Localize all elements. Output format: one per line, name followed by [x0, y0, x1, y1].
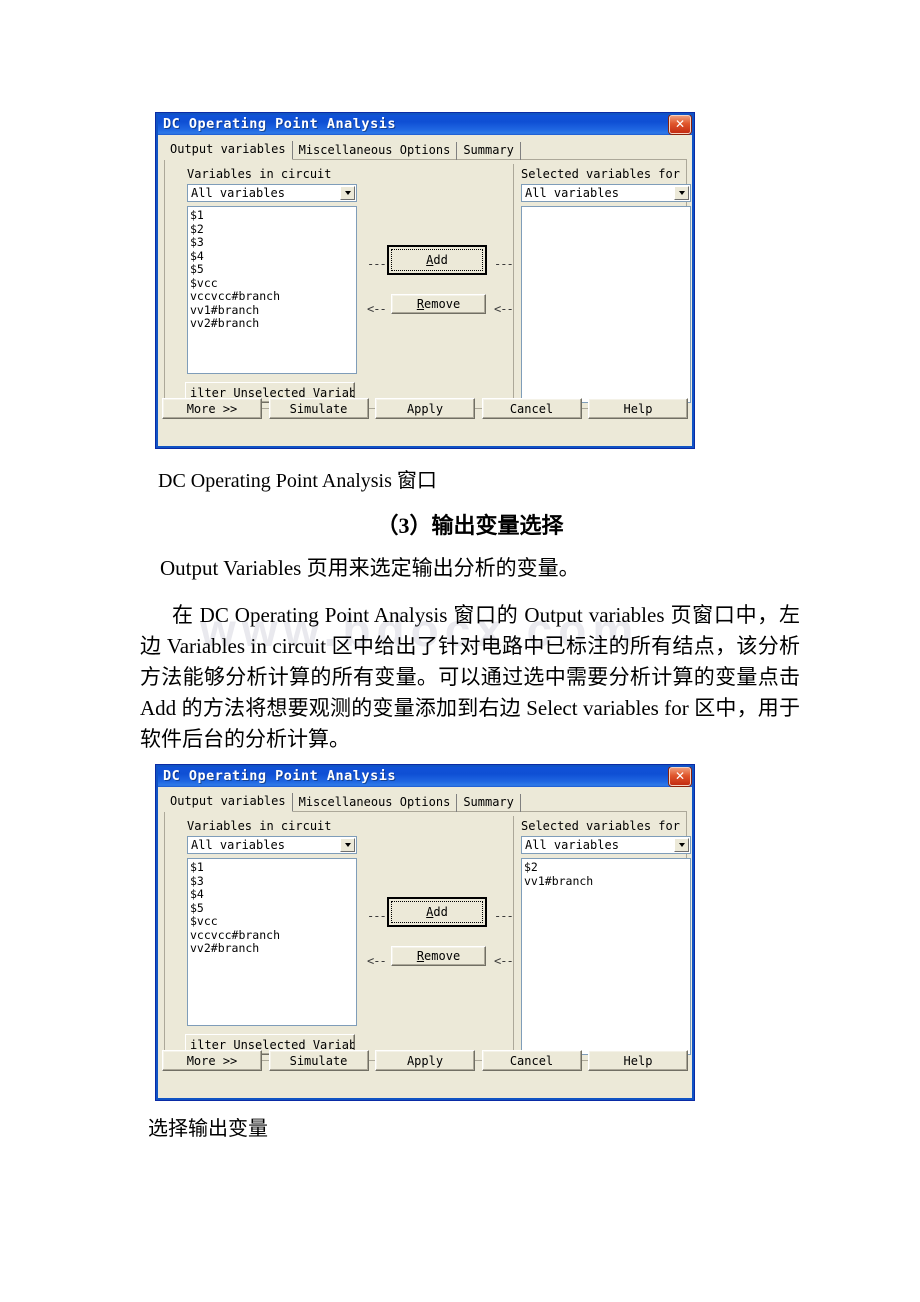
- dialog1-body: Output variables Miscellaneous Options S…: [156, 135, 694, 448]
- dialog2-left-filter-combo[interactable]: All variables: [187, 836, 357, 854]
- dialog2-tabpage: Variables in circuit All variables $1 $3…: [164, 812, 691, 1061]
- help-button[interactable]: Help: [588, 1050, 688, 1071]
- dialog2-remove-left-mark: <--: [367, 954, 387, 968]
- dialog2-left-label: Variables in circuit: [187, 819, 332, 833]
- dialog2-left-filter-value: All variables: [191, 838, 285, 852]
- chevron-down-icon[interactable]: [674, 186, 689, 200]
- dialog1-middle-divider: [513, 164, 514, 404]
- dialog2-add-right-mark: ---: [494, 909, 514, 923]
- dialog2-remove-right-mark: <--: [494, 954, 514, 968]
- list-item[interactable]: $vcc: [190, 276, 356, 291]
- dc-operating-point-analysis-dialog-1[interactable]: DC Operating Point Analysis ✕ Output var…: [155, 112, 695, 449]
- tab-miscellaneous-options[interactable]: Miscellaneous Options: [293, 142, 458, 160]
- dialog1-tabpage: Variables in circuit All variables $1 $2…: [164, 160, 691, 409]
- dialog1-left-filter-value: All variables: [191, 186, 285, 200]
- chevron-down-icon[interactable]: [674, 838, 689, 852]
- dialog2-right-filter-combo[interactable]: All variables: [521, 836, 691, 854]
- list-item[interactable]: vv1#branch: [524, 874, 690, 889]
- dialog1-add-right-mark: ---: [494, 257, 514, 271]
- remove-button-label: Remove: [416, 949, 461, 963]
- simulate-button[interactable]: Simulate: [268, 1050, 369, 1071]
- body-paragraph: 在 DC Operating Point Analysis 窗口的 Output…: [140, 603, 800, 751]
- tab-output-variables[interactable]: Output variables: [164, 793, 293, 812]
- list-item[interactable]: vv2#branch: [190, 316, 356, 331]
- list-item[interactable]: $3: [190, 874, 356, 889]
- dialog1-selected-variables-list[interactable]: [521, 206, 691, 403]
- list-item[interactable]: vccvcc#branch: [190, 928, 356, 943]
- dialog1-button-bar: More >> Simulate Apply Cancel Help: [162, 398, 688, 419]
- dc-operating-point-analysis-dialog-2[interactable]: DC Operating Point Analysis ✕ Output var…: [155, 764, 695, 1101]
- close-icon[interactable]: ✕: [669, 766, 691, 786]
- dialog2-title: DC Operating Point Analysis: [163, 768, 396, 784]
- list-item[interactable]: vv1#branch: [190, 303, 356, 318]
- dialog1-right-label: Selected variables for: [521, 167, 680, 181]
- list-item[interactable]: $5: [190, 901, 356, 916]
- list-item[interactable]: $4: [190, 249, 356, 264]
- chevron-down-icon[interactable]: [340, 838, 355, 852]
- list-item[interactable]: vccvcc#branch: [190, 289, 356, 304]
- dialog1-title: DC Operating Point Analysis: [163, 116, 396, 132]
- remove-button[interactable]: Remove: [391, 946, 486, 966]
- chevron-down-icon[interactable]: [340, 186, 355, 200]
- help-button[interactable]: Help: [588, 398, 688, 419]
- more-button[interactable]: More >>: [162, 1050, 262, 1071]
- dialog1-left-filter-combo[interactable]: All variables: [187, 184, 357, 202]
- dialog1-add-left-mark: ---: [367, 257, 387, 271]
- add-button[interactable]: Add: [387, 245, 487, 275]
- simulate-button[interactable]: Simulate: [268, 398, 369, 419]
- apply-button[interactable]: Apply: [375, 398, 475, 419]
- dialog2-variables-in-circuit-list[interactable]: $1 $3 $4 $5 $vcc vccvcc#branch vv2#branc…: [187, 858, 357, 1026]
- intro-paragraph: Output Variables 页用来选定输出分析的变量。: [160, 556, 580, 580]
- list-item[interactable]: $4: [190, 887, 356, 902]
- dialog2-selected-variables-list[interactable]: $2 vv1#branch: [521, 858, 691, 1055]
- dialog1-left-label: Variables in circuit: [187, 167, 332, 181]
- tab-summary[interactable]: Summary: [457, 142, 521, 160]
- apply-button[interactable]: Apply: [375, 1050, 475, 1071]
- list-item[interactable]: $2: [190, 222, 356, 237]
- cancel-button[interactable]: Cancel: [481, 398, 582, 419]
- list-item[interactable]: $1: [190, 860, 356, 875]
- remove-button-label: Remove: [416, 297, 461, 311]
- dialog2-right-label: Selected variables for: [521, 819, 680, 833]
- add-button-label: Add: [391, 249, 483, 271]
- dialog1-remove-left-mark: <--: [367, 302, 387, 316]
- dialog2-middle-divider: [513, 816, 514, 1056]
- dialog2-body: Output variables Miscellaneous Options S…: [156, 787, 694, 1100]
- dialog1-titlebar[interactable]: DC Operating Point Analysis ✕: [156, 113, 694, 135]
- tab-summary[interactable]: Summary: [457, 794, 521, 812]
- figure-caption-1: DC Operating Point Analysis 窗口: [158, 470, 437, 492]
- dialog2-button-bar: More >> Simulate Apply Cancel Help: [162, 1050, 688, 1071]
- list-item[interactable]: $3: [190, 235, 356, 250]
- more-button[interactable]: More >>: [162, 398, 262, 419]
- dialog2-add-left-mark: ---: [367, 909, 387, 923]
- document-page: www.bdocx.com DC Operating Point Analysi…: [0, 0, 920, 1302]
- dialog1-right-filter-combo[interactable]: All variables: [521, 184, 691, 202]
- dialog2-tabstrip: Output variables Miscellaneous Options S…: [164, 792, 687, 812]
- tab-miscellaneous-options[interactable]: Miscellaneous Options: [293, 794, 458, 812]
- add-button-label: Add: [391, 901, 483, 923]
- tab-output-variables[interactable]: Output variables: [164, 141, 293, 160]
- figure-caption-2: 选择输出变量: [148, 1118, 268, 1140]
- add-button[interactable]: Add: [387, 897, 487, 927]
- list-item[interactable]: $5: [190, 262, 356, 277]
- dialog1-variables-in-circuit-list[interactable]: $1 $2 $3 $4 $5 $vcc vccvcc#branch vv1#br…: [187, 206, 357, 374]
- list-item[interactable]: $1: [190, 208, 356, 223]
- dialog2-right-filter-value: All variables: [525, 838, 619, 852]
- dialog1-tabstrip: Output variables Miscellaneous Options S…: [164, 140, 687, 160]
- close-icon[interactable]: ✕: [669, 114, 691, 134]
- cancel-button[interactable]: Cancel: [481, 1050, 582, 1071]
- list-item[interactable]: vv2#branch: [190, 941, 356, 956]
- remove-button[interactable]: Remove: [391, 294, 486, 314]
- dialog1-remove-right-mark: <--: [494, 302, 514, 316]
- section-heading: （3）输出变量选择: [376, 513, 564, 538]
- dialog2-titlebar[interactable]: DC Operating Point Analysis ✕: [156, 765, 694, 787]
- list-item[interactable]: $2: [524, 860, 690, 875]
- list-item[interactable]: $vcc: [190, 914, 356, 929]
- dialog1-right-filter-value: All variables: [525, 186, 619, 200]
